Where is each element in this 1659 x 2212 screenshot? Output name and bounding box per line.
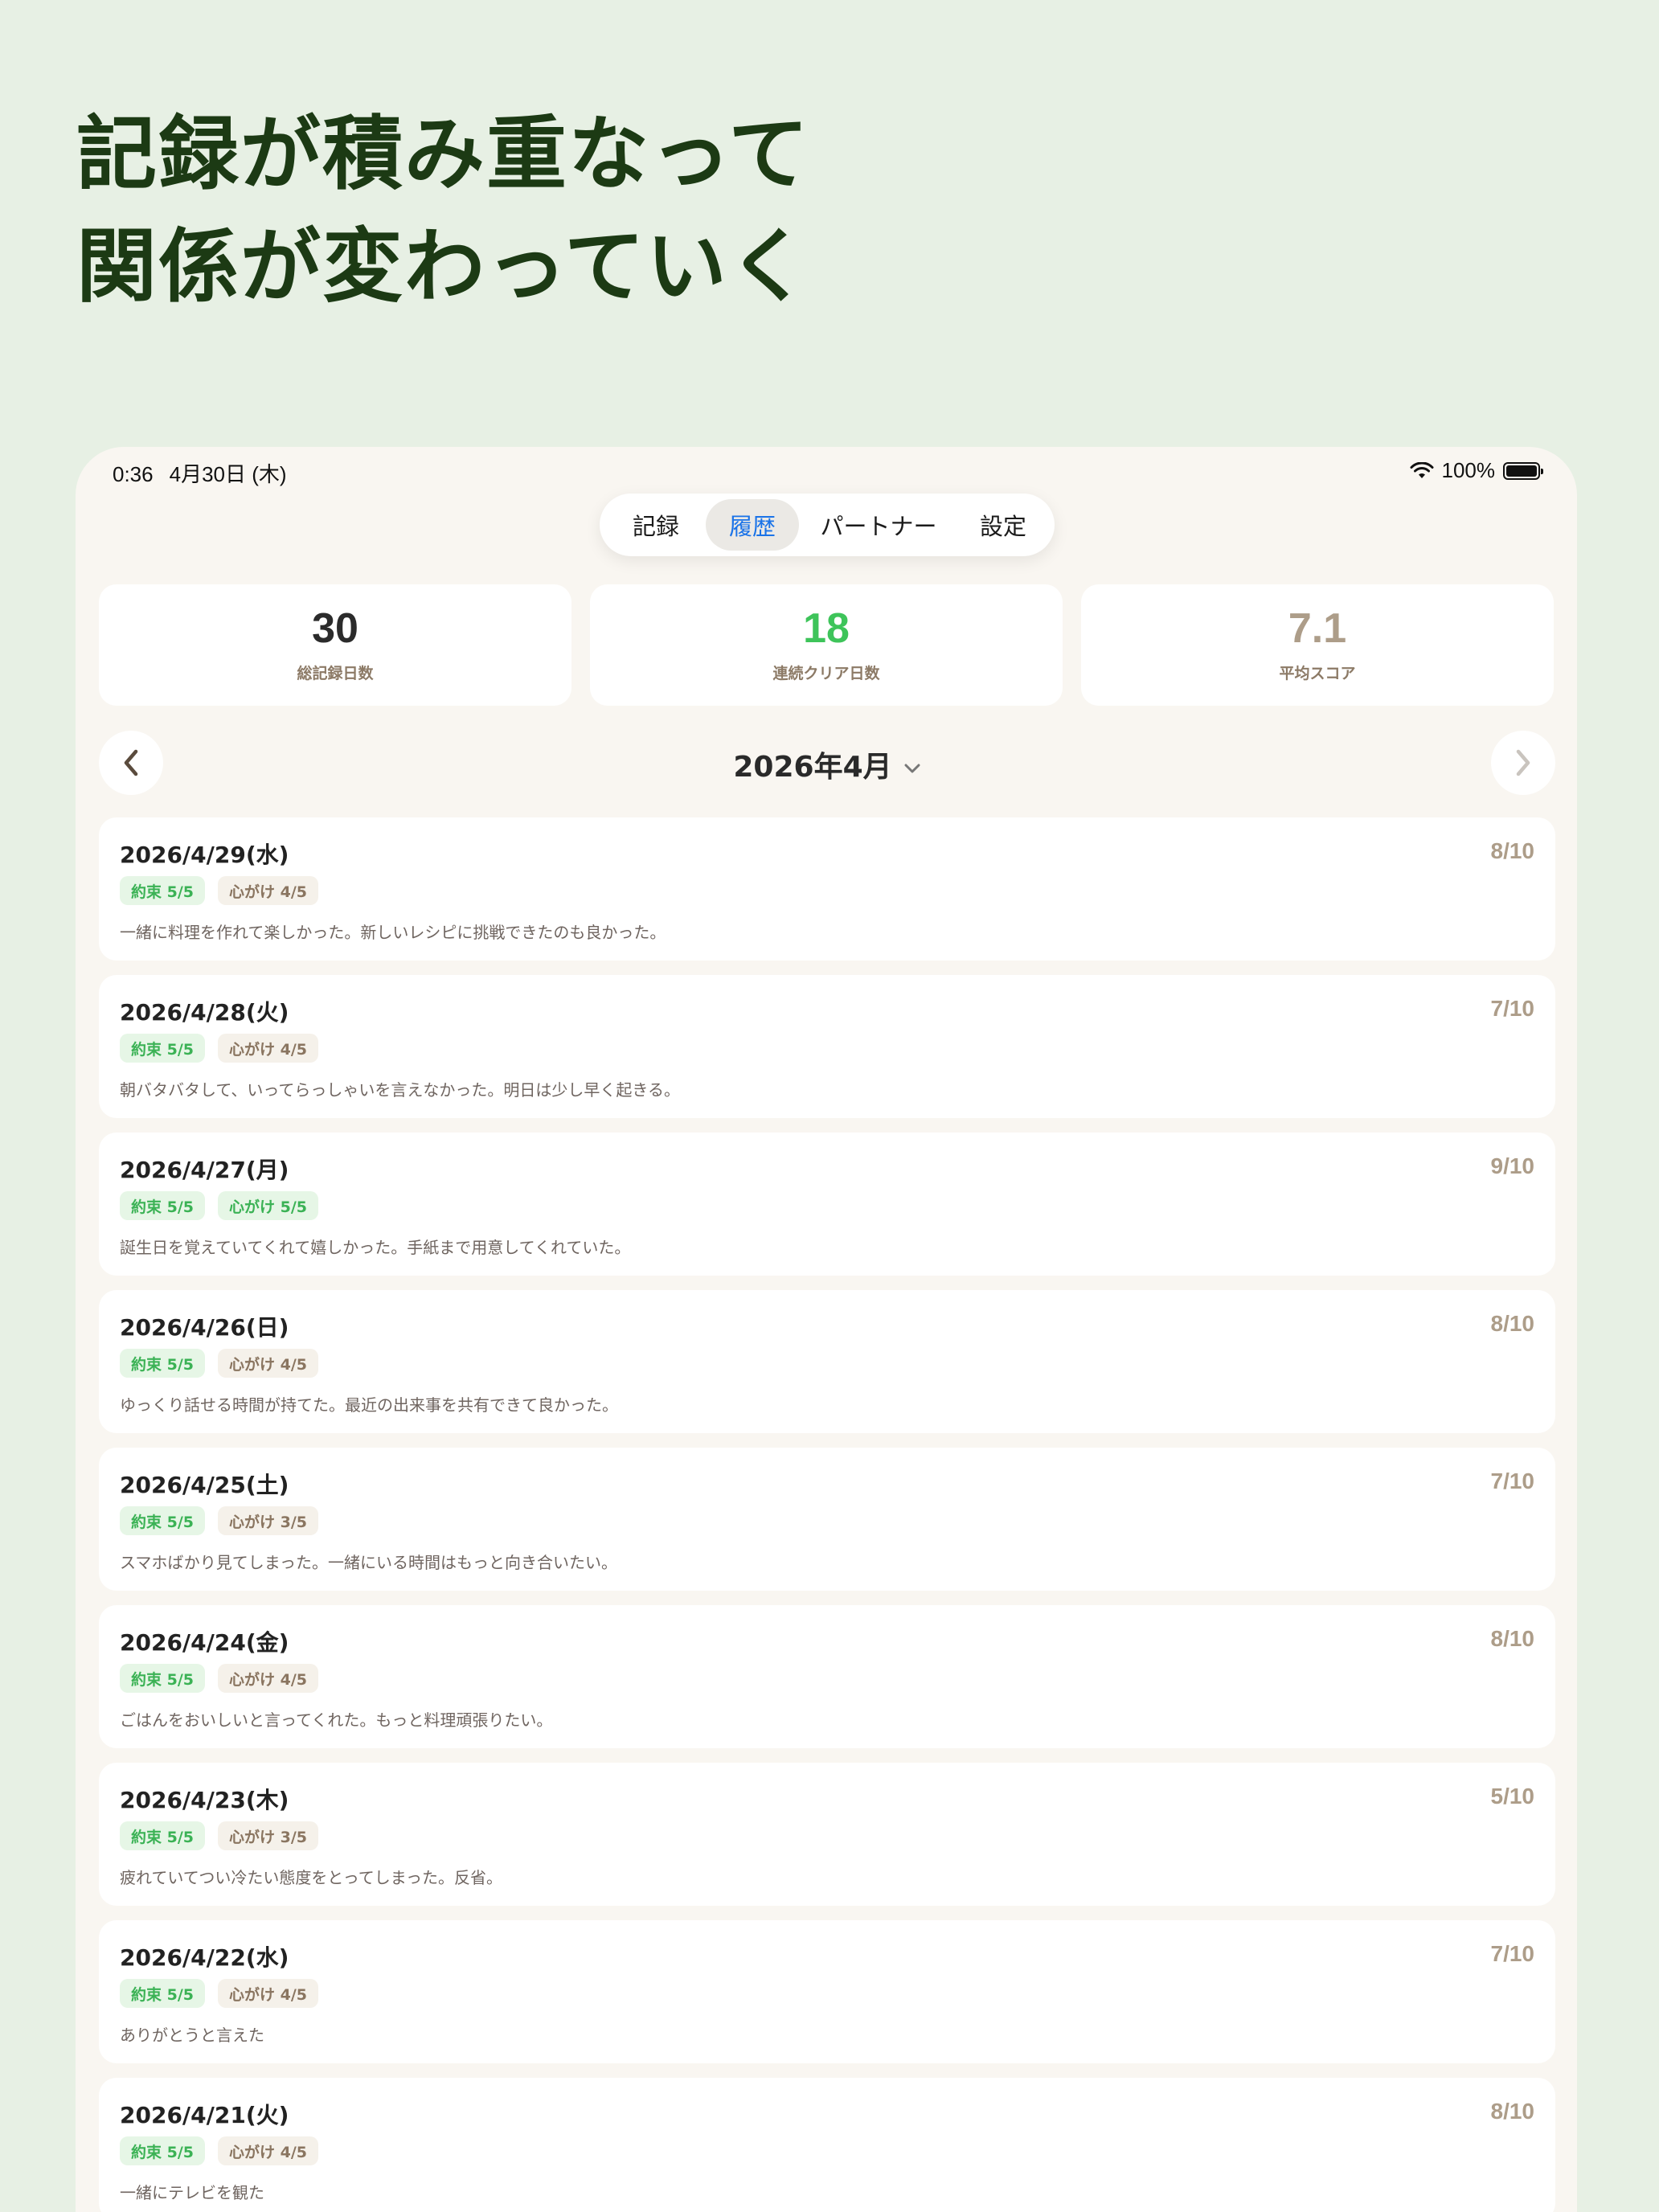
status-time: 0:36 (113, 462, 154, 486)
status-indicators: 100% (1410, 458, 1543, 483)
stat-value: 30 (312, 605, 358, 652)
device-screen: 0:36 4月30日 (木) 100% 記録 履歴 パートナー 設定 30 総記録… (76, 447, 1577, 2212)
entry-tags: 約束 5/5 心がけ 4/5 (120, 876, 318, 905)
promise-tag: 約束 5/5 (120, 2136, 205, 2165)
promise-tag: 約束 5/5 (120, 1191, 205, 1220)
entry-score: 8/10 (1490, 838, 1535, 863)
stat-streak-days: 18 連続クリア日数 (590, 584, 1063, 706)
entry-score: 5/10 (1490, 1784, 1535, 1809)
promise-tag: 約束 5/5 (120, 1349, 205, 1378)
mind-tag: 心がけ 4/5 (218, 1979, 318, 2008)
entry-date: 2026/4/28(火) (120, 999, 289, 1026)
entry-score: 8/10 (1490, 2099, 1535, 2124)
entry-tags: 約束 5/5 心がけ 5/5 (120, 1191, 318, 1220)
history-entry[interactable]: 2026/4/23(木) 5/10 約束 5/5 心がけ 3/5 疲れていてつい… (99, 1763, 1555, 1906)
mind-tag: 心がけ 4/5 (218, 876, 318, 905)
mind-tag: 心がけ 3/5 (218, 1821, 318, 1850)
entry-date: 2026/4/25(土) (120, 1472, 289, 1498)
entry-note: 疲れていてつい冷たい態度をとってしまった。反省。 (120, 1868, 502, 1887)
segmented-tab-bar: 記録 履歴 パートナー 設定 (600, 494, 1055, 556)
status-date: 4月30日 (木) (169, 462, 287, 486)
entry-date: 2026/4/23(木) (120, 1787, 289, 1813)
promise-tag: 約束 5/5 (120, 876, 205, 905)
mind-tag: 心がけ 3/5 (218, 1506, 318, 1535)
entry-tags: 約束 5/5 心がけ 3/5 (120, 1821, 318, 1850)
entry-note: 一緒にテレビを観た (120, 2183, 264, 2202)
history-entry[interactable]: 2026/4/26(日) 8/10 約束 5/5 心がけ 4/5 ゆっくり話せる… (99, 1290, 1555, 1433)
entry-note: ゆっくり話せる時間が持てた。最近の出来事を共有できて良かった。 (120, 1395, 618, 1415)
history-entry[interactable]: 2026/4/21(火) 8/10 約束 5/5 心がけ 4/5 一緒にテレビを… (99, 2078, 1555, 2212)
entry-score: 7/10 (1490, 1941, 1535, 1966)
tab-record[interactable]: 記録 (606, 499, 706, 551)
entry-tags: 約束 5/5 心がけ 4/5 (120, 1664, 318, 1693)
promise-tag: 約束 5/5 (120, 1821, 205, 1850)
chevron-down-icon (904, 764, 920, 773)
stat-value: 7.1 (1288, 605, 1347, 652)
month-label: 2026年4月 (733, 751, 892, 784)
status-time-date: 0:36 4月30日 (木) (113, 458, 303, 488)
battery-level (1506, 465, 1537, 477)
entry-score: 7/10 (1490, 996, 1535, 1021)
entry-tags: 約束 5/5 心がけ 3/5 (120, 1506, 318, 1535)
stat-label: 連続クリア日数 (772, 665, 880, 682)
history-entry[interactable]: 2026/4/29(水) 8/10 約束 5/5 心がけ 4/5 一緒に料理を作… (99, 817, 1555, 961)
entry-score: 7/10 (1490, 1469, 1535, 1493)
entry-date: 2026/4/26(日) (120, 1314, 289, 1341)
entry-tags: 約束 5/5 心がけ 4/5 (120, 1349, 318, 1378)
entry-note: スマホばかり見てしまった。一緒にいる時間はもっと向き合いたい。 (120, 1553, 617, 1572)
month-navigator: 2026年4月 (99, 731, 1555, 795)
history-list: 2026/4/29(水) 8/10 約束 5/5 心がけ 4/5 一緒に料理を作… (99, 817, 1555, 2212)
stats-row: 30 総記録日数 18 連続クリア日数 7.1 平均スコア (99, 584, 1554, 706)
entry-note: ありがとうと言えた (120, 2026, 264, 2045)
entry-tags: 約束 5/5 心がけ 4/5 (120, 2136, 318, 2165)
entry-score: 8/10 (1490, 1626, 1535, 1651)
entry-note: 一緒に料理を作れて楽しかった。新しいレシピに挑戦できたのも良かった。 (120, 923, 666, 942)
chevron-right-icon (1516, 749, 1530, 776)
entry-date: 2026/4/24(金) (120, 1629, 289, 1656)
entry-note: 誕生日を覚えていてくれて嬉しかった。手紙まで用意してくれていた。 (120, 1238, 631, 1257)
next-month-button[interactable] (1491, 731, 1555, 795)
history-entry[interactable]: 2026/4/22(水) 7/10 約束 5/5 心がけ 4/5 ありがとうと言… (99, 1920, 1555, 2063)
history-entry[interactable]: 2026/4/25(土) 7/10 約束 5/5 心がけ 3/5 スマホばかり見… (99, 1448, 1555, 1591)
entry-score: 9/10 (1490, 1153, 1535, 1178)
headline: 記録が積み重なって 関係が変わっていく (76, 98, 810, 323)
battery-icon (1503, 461, 1543, 480)
stat-label: 平均スコア (1279, 665, 1356, 682)
entry-note: ごはんをおいしいと言ってくれた。もっと料理頑張りたい。 (120, 1710, 553, 1730)
history-entry[interactable]: 2026/4/24(金) 8/10 約束 5/5 心がけ 4/5 ごはんをおいし… (99, 1605, 1555, 1748)
history-entry[interactable]: 2026/4/28(火) 7/10 約束 5/5 心がけ 4/5 朝バタバタして… (99, 975, 1555, 1118)
promise-tag: 約束 5/5 (120, 1034, 205, 1063)
mind-tag: 心がけ 5/5 (218, 1191, 318, 1220)
entry-note: 朝バタバタして、いってらっしゃいを言えなかった。明日は少し早く起きる。 (120, 1080, 680, 1100)
history-entry[interactable]: 2026/4/27(月) 9/10 約束 5/5 心がけ 5/5 誕生日を覚えて… (99, 1133, 1555, 1276)
entry-date: 2026/4/27(月) (120, 1157, 289, 1183)
promise-tag: 約束 5/5 (120, 1664, 205, 1693)
status-bar: 0:36 4月30日 (木) 100% (76, 447, 1577, 495)
promise-tag: 約束 5/5 (120, 1979, 205, 2008)
month-selector[interactable]: 2026年4月 (99, 743, 1555, 785)
entry-tags: 約束 5/5 心がけ 4/5 (120, 1034, 318, 1063)
promise-tag: 約束 5/5 (120, 1506, 205, 1535)
mind-tag: 心がけ 4/5 (218, 1034, 318, 1063)
headline-line-2: 関係が変わっていく (76, 219, 810, 313)
entry-date: 2026/4/21(火) (120, 2102, 289, 2128)
stat-value: 18 (803, 605, 850, 652)
mind-tag: 心がけ 4/5 (218, 1664, 318, 1693)
tab-settings[interactable]: 設定 (958, 499, 1048, 551)
mind-tag: 心がけ 4/5 (218, 2136, 318, 2165)
entry-score: 8/10 (1490, 1311, 1535, 1336)
entry-tags: 約束 5/5 心がけ 4/5 (120, 1979, 318, 2008)
entry-date: 2026/4/22(水) (120, 1944, 289, 1971)
entry-date: 2026/4/29(水) (120, 842, 289, 868)
headline-line-1: 記録が積み重なって (76, 107, 810, 201)
tab-partner[interactable]: パートナー (799, 499, 958, 551)
mind-tag: 心がけ 4/5 (218, 1349, 318, 1378)
stat-average-score: 7.1 平均スコア (1081, 584, 1554, 706)
stat-label: 総記録日数 (297, 665, 374, 682)
tab-history[interactable]: 履歴 (706, 499, 799, 551)
battery-percent: 100% (1441, 458, 1496, 482)
stat-total-days: 30 総記録日数 (99, 584, 571, 706)
wifi-icon (1410, 461, 1433, 478)
